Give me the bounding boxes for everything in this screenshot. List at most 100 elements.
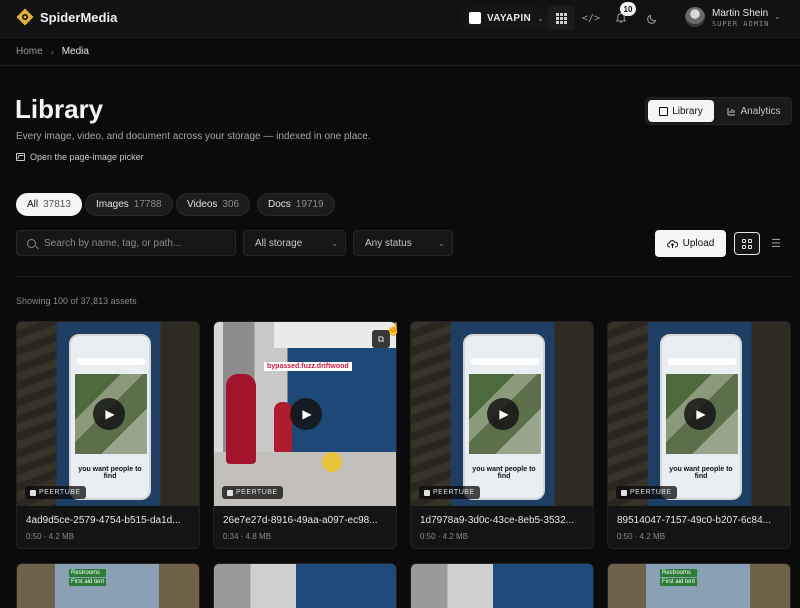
moon-icon <box>646 14 656 24</box>
avatar[interactable] <box>685 7 705 27</box>
spider-logo-icon[interactable] <box>16 8 34 26</box>
search-box <box>16 230 236 256</box>
video-caption: bypassed.fuzz.driftwood <box>264 362 352 371</box>
tab-count: 17788 <box>133 199 162 210</box>
page-image-picker-link[interactable]: Open the page-image picker <box>16 152 144 162</box>
upload-button[interactable]: Upload <box>655 230 726 257</box>
sign-restrooms: Restrooms <box>69 569 107 577</box>
library-view-label: Library <box>672 105 703 117</box>
thumbnail-image <box>17 564 199 608</box>
tab-label: Videos <box>187 199 218 210</box>
person-figure <box>274 402 292 452</box>
video-thumbnail[interactable]: bypassed.fuzz.driftwood ▶ ⧉ PEERTUBE <box>214 322 396 506</box>
bar-chart-icon <box>727 107 736 115</box>
chevron-down-icon: ⌄ <box>536 13 544 23</box>
storage-select[interactable]: All storage ⌄ <box>243 230 346 256</box>
upload-cloud-icon <box>666 239 678 248</box>
sign-first-aid: First aid tent <box>660 578 698 586</box>
video-caption: you want people to find <box>78 466 142 480</box>
media-card[interactable]: you want people to find ▶ PEERTUBE 89514… <box>607 321 791 549</box>
play-icon: ▶ <box>302 407 312 421</box>
video-thumbnail[interactable]: you want people to find ▶ PEERTUBE <box>411 322 593 506</box>
view-switch: Library Analytics <box>645 97 792 125</box>
divider <box>0 65 800 66</box>
card-title[interactable]: 4ad9d5ce-2579-4754-b515-da1d... <box>26 515 194 526</box>
workspace-icon <box>469 12 481 24</box>
list-view-toggle[interactable]: ☰ <box>763 232 789 255</box>
code-icon: </> <box>581 12 601 24</box>
list-icon: ☰ <box>771 238 781 250</box>
chevron-down-icon: ⌄ <box>438 239 445 248</box>
video-thumbnail[interactable]: you want people to find ▶ PEERTUBE <box>17 322 199 506</box>
source-label: PEERTUBE <box>630 489 672 496</box>
upload-label: Upload <box>682 238 715 249</box>
person-figure <box>226 374 256 464</box>
user-menu-chevron-icon[interactable]: ⌄ <box>774 12 781 21</box>
divider <box>16 276 791 277</box>
play-button[interactable]: ▶ <box>487 398 519 430</box>
card-title[interactable]: 26e7e27d-8916-49aa-a097-ec98... <box>223 515 391 526</box>
copy-icon: ⧉ <box>377 333 385 344</box>
video-caption: you want people to find <box>669 466 733 480</box>
source-badge: PEERTUBE <box>25 486 86 499</box>
media-card-peek[interactable]: Restrooms First aid tent <box>16 563 200 608</box>
user-name[interactable]: Martin Shein <box>712 8 768 19</box>
library-icon <box>659 106 669 116</box>
page-title: Library <box>15 94 104 124</box>
analytics-view-label: Analytics <box>740 105 781 117</box>
source-badge: PEERTUBE <box>616 486 677 499</box>
media-card-peek[interactable] <box>410 563 594 608</box>
card-title[interactable]: 1d7978a9-3d0c-43ce-8eb5-3532... <box>420 515 588 526</box>
chevron-right-icon: › <box>50 46 54 57</box>
theme-toggle-button[interactable] <box>638 6 666 30</box>
status-select[interactable]: Any status ⌄ <box>353 230 453 256</box>
notification-count-badge: 10 <box>620 2 636 16</box>
video-thumbnail[interactable]: you want people to find ▶ PEERTUBE <box>608 322 790 506</box>
media-card-peek[interactable]: Restrooms First aid tent <box>607 563 791 608</box>
workspace-label: VAYAPIN <box>487 12 531 24</box>
brand-name[interactable]: SpiderMedia <box>40 10 117 25</box>
grid-view-toggle[interactable] <box>734 232 760 255</box>
code-button[interactable]: </> <box>577 6 605 30</box>
thumbnail-image <box>608 564 790 608</box>
tab-count: 306 <box>222 199 240 210</box>
media-card[interactable]: you want people to find ▶ PEERTUBE 4ad9d… <box>16 321 200 549</box>
picker-link-label: Open the page-image picker <box>30 152 144 162</box>
media-card-peek[interactable] <box>213 563 397 608</box>
search-input[interactable] <box>44 235 229 252</box>
tab-videos[interactable]: Videos 306 <box>176 193 251 216</box>
library-view-button[interactable]: Library <box>648 100 714 122</box>
play-button[interactable]: ▶ <box>93 398 125 430</box>
source-label: PEERTUBE <box>433 489 475 496</box>
source-icon <box>227 489 233 496</box>
chevron-down-icon: ⌄ <box>331 239 338 248</box>
play-button[interactable]: ▶ <box>684 398 716 430</box>
media-card[interactable]: you want people to find ▶ PEERTUBE 1d797… <box>410 321 594 549</box>
phone-url-bar <box>668 358 736 365</box>
sign-restrooms: Restrooms <box>660 569 698 577</box>
source-label: PEERTUBE <box>236 489 278 496</box>
card-title[interactable]: 89514047-7157-49c0-b207-6c84... <box>617 515 785 526</box>
play-icon: ▶ <box>696 407 706 421</box>
phone-url-bar <box>77 358 145 365</box>
analytics-view-button[interactable]: Analytics <box>718 100 790 122</box>
play-icon: ▶ <box>499 407 509 421</box>
breadcrumb-home-link[interactable]: Home <box>16 46 43 57</box>
workspace-select[interactable]: VAYAPIN ⌄ <box>462 6 546 30</box>
breadcrumb: Home › Media <box>16 46 89 57</box>
tab-all[interactable]: All 37813 <box>16 193 82 216</box>
tab-images[interactable]: Images 17788 <box>85 193 173 216</box>
card-meta: 0:50 · 4.2 MB <box>26 532 75 541</box>
source-label: PEERTUBE <box>39 489 81 496</box>
storage-select-value: All storage <box>255 237 303 249</box>
source-icon <box>30 489 36 496</box>
media-card[interactable]: bypassed.fuzz.driftwood ▶ ⧉ PEERTUBE 26e… <box>213 321 397 549</box>
tab-count: 19719 <box>295 199 324 210</box>
tab-docs[interactable]: Docs 19719 <box>257 193 335 216</box>
play-button[interactable]: ▶ <box>290 398 322 430</box>
card-meta: 0:50 · 4.2 MB <box>617 532 666 541</box>
card-meta: 0:50 · 4.2 MB <box>420 532 469 541</box>
apps-grid-button[interactable] <box>547 6 575 30</box>
video-caption: you want people to find <box>472 466 536 480</box>
search-icon <box>27 239 36 248</box>
